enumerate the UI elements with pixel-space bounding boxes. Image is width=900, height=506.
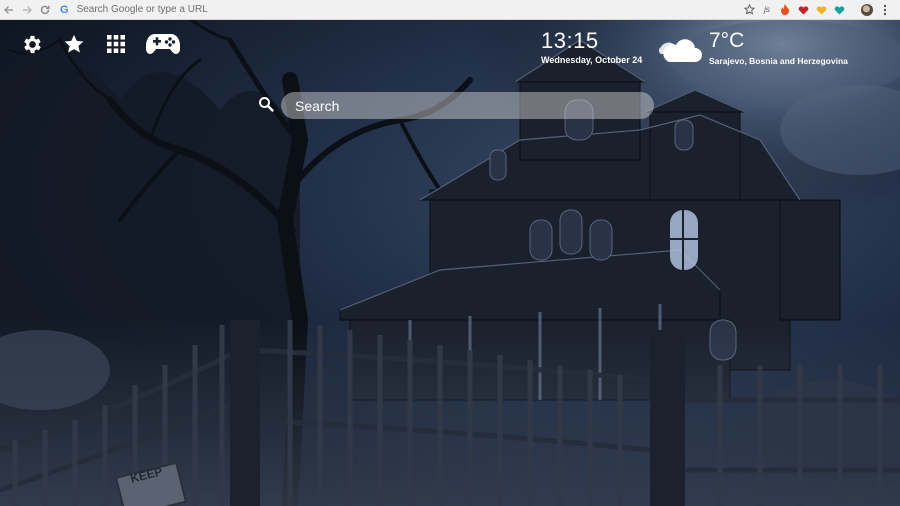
extension-heart-icon[interactable] [794, 0, 812, 19]
google-g-icon: G [60, 3, 69, 16]
reload-icon [40, 5, 50, 14]
extension-heart-gold-icon[interactable] [812, 0, 830, 19]
clock-widget: 13:15 Wednesday, October 24 [541, 28, 643, 66]
settings-gear-icon[interactable] [20, 32, 44, 56]
arrow-left-icon [4, 5, 13, 14]
arrow-right-icon [23, 5, 32, 14]
extension-heart-teal-icon[interactable] [830, 0, 848, 19]
omnibox[interactable]: G [60, 0, 740, 19]
toolbar-icons [20, 32, 180, 56]
reload-button[interactable] [36, 0, 54, 19]
omnibox-input[interactable] [74, 3, 740, 16]
profile-avatar[interactable] [858, 0, 876, 19]
extension-js-icon[interactable]: js [758, 0, 776, 19]
bookmark-star-icon[interactable] [740, 0, 758, 19]
extension-bar: js [740, 0, 900, 19]
cloudy-icon [658, 39, 702, 62]
kebab-menu-icon [883, 4, 887, 15]
search-input[interactable] [293, 96, 654, 115]
avatar [861, 3, 873, 16]
browser-toolbar: G js [0, 0, 900, 20]
extension-flame-icon[interactable] [776, 0, 794, 19]
weather-temperature: 7°C [709, 29, 745, 52]
browser-menu-button[interactable] [876, 0, 894, 19]
clock-date: Wednesday, October 24 [541, 55, 643, 65]
back-button[interactable] [0, 0, 18, 19]
weather-widget[interactable]: 7°C Sarajevo, Bosnia and Herzegovina [657, 30, 848, 66]
search-bar[interactable] [281, 92, 654, 119]
search-icon[interactable] [258, 96, 274, 112]
clock-time: 13:15 [541, 28, 599, 53]
games-gamepad-icon[interactable] [146, 32, 180, 56]
favorites-star-icon[interactable] [62, 32, 86, 56]
apps-grid-icon[interactable] [104, 32, 128, 56]
weather-location: Sarajevo, Bosnia and Herzegovina [709, 56, 848, 66]
forward-button[interactable] [18, 0, 36, 19]
